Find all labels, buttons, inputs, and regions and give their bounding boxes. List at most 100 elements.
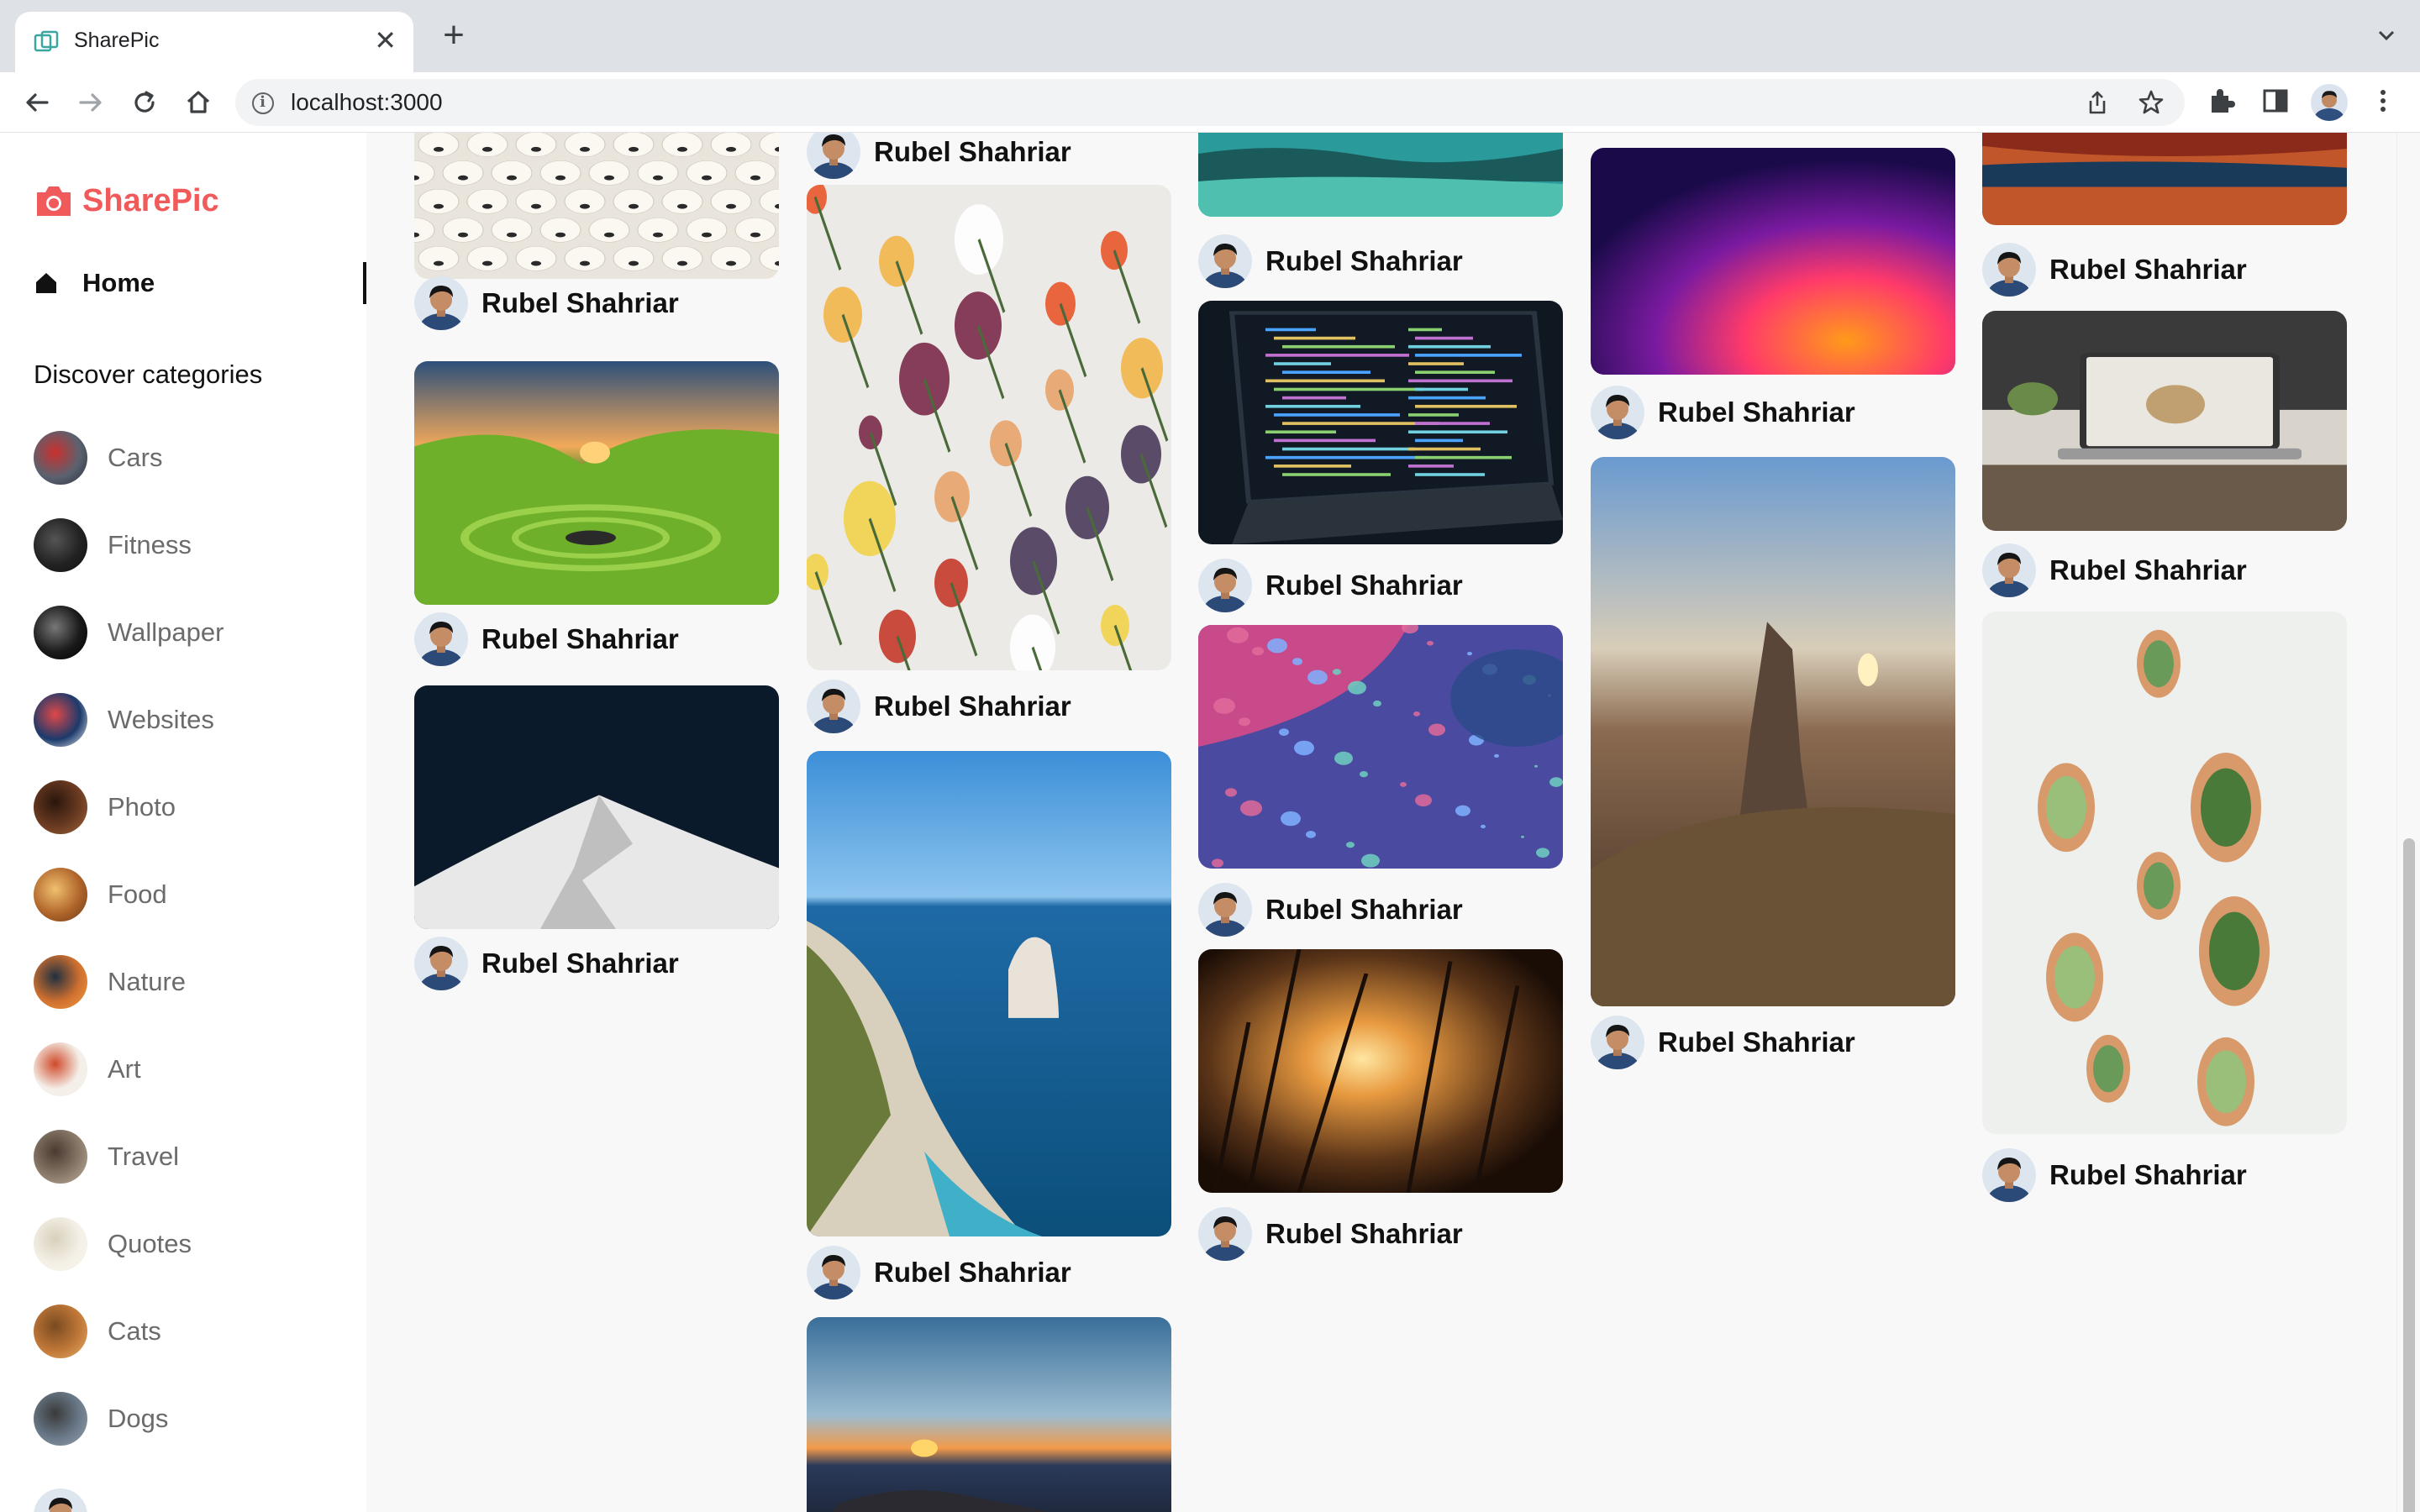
pin-image[interactable] xyxy=(807,1317,1171,1512)
tab-search-chevron-icon[interactable] xyxy=(2376,25,2396,45)
pin-author[interactable]: Rubel Shahriar xyxy=(414,936,679,991)
nav-home-label: Home xyxy=(82,268,155,297)
sharepic-favicon-icon xyxy=(34,30,59,52)
category-label: Photo xyxy=(108,792,176,822)
category-thumbnail xyxy=(34,955,87,1009)
address-bar[interactable]: localhost:3000 xyxy=(235,79,2185,126)
category-food[interactable]: Food xyxy=(34,867,167,922)
category-quotes[interactable]: Quotes xyxy=(34,1216,192,1272)
author-name: Rubel Shahriar xyxy=(1658,1026,1855,1058)
author-name: Rubel Shahriar xyxy=(1265,1218,1463,1249)
page-scrollbar[interactable] xyxy=(2396,133,2420,1512)
pin-author[interactable]: Rubel Shahriar xyxy=(807,679,1071,734)
category-cars[interactable]: Cars xyxy=(34,430,162,486)
tab-close-icon[interactable]: ✕ xyxy=(374,24,397,57)
camera-icon xyxy=(37,186,71,216)
author-name: Rubel Shahriar xyxy=(2049,254,2247,285)
browser-tab[interactable]: SharePic ✕ xyxy=(15,12,413,72)
pin-author[interactable]: Rubel Shahriar xyxy=(807,133,1071,180)
category-cats[interactable]: Cats xyxy=(34,1304,161,1359)
browser-menu-icon[interactable] xyxy=(2366,84,2400,118)
author-name: Rubel Shahriar xyxy=(1265,245,1463,276)
share-icon[interactable] xyxy=(2084,89,2111,116)
back-icon[interactable] xyxy=(20,86,54,119)
author-name: Rubel Shahriar xyxy=(1265,894,1463,925)
category-wallpaper[interactable]: Wallpaper xyxy=(34,605,224,660)
author-avatar xyxy=(414,276,468,330)
pin-author[interactable]: Rubel Shahriar xyxy=(1982,242,2247,297)
pin-author[interactable]: Rubel Shahriar xyxy=(414,612,679,667)
bookmark-star-icon[interactable] xyxy=(2138,89,2165,116)
author-name: Rubel Shahriar xyxy=(481,287,679,318)
category-thumbnail xyxy=(34,1217,87,1271)
site-info-icon[interactable] xyxy=(252,92,274,114)
side-panel-icon[interactable] xyxy=(2259,84,2292,118)
pin-author[interactable]: Rubel Shahriar xyxy=(1591,1015,1855,1070)
category-thumbnail xyxy=(34,431,87,485)
pin-image[interactable] xyxy=(414,133,779,279)
category-label: Food xyxy=(108,879,167,909)
author-avatar xyxy=(1591,386,1644,439)
home-icon[interactable] xyxy=(182,86,215,119)
author-avatar xyxy=(1982,543,2036,597)
category-nature[interactable]: Nature xyxy=(34,954,186,1010)
category-thumbnail xyxy=(34,780,87,834)
browser-tab-strip: SharePic ✕ + xyxy=(0,0,2420,72)
pin-image[interactable] xyxy=(414,685,779,929)
author-avatar xyxy=(1982,1148,2036,1202)
category-thumbnail xyxy=(34,1130,87,1184)
pin-image[interactable] xyxy=(1591,457,1955,1006)
pin-author[interactable]: Rubel Shahriar xyxy=(807,1245,1071,1300)
extensions-icon[interactable] xyxy=(2205,84,2238,118)
new-tab-button[interactable]: + xyxy=(437,17,471,54)
pin-author[interactable]: Rubel Shahriar xyxy=(1198,558,1463,613)
pin-image[interactable] xyxy=(1982,612,2347,1134)
url-text[interactable]: localhost:3000 xyxy=(291,89,443,116)
category-label: Dogs xyxy=(108,1404,169,1433)
category-thumbnail xyxy=(34,868,87,921)
reload-icon[interactable] xyxy=(128,86,161,119)
pin-image[interactable] xyxy=(1198,625,1563,869)
pin-author[interactable]: Rubel Shahriar xyxy=(1198,1206,1463,1262)
category-websites[interactable]: Websites xyxy=(34,692,214,748)
app-logo[interactable]: SharePic xyxy=(34,180,219,222)
pin-author[interactable]: Rubel Shahriar xyxy=(1982,543,2247,598)
tab-title: SharePic xyxy=(74,29,160,52)
pin-image[interactable] xyxy=(807,185,1171,670)
profile-avatar[interactable] xyxy=(2311,84,2348,121)
pin-image[interactable] xyxy=(1982,133,2347,225)
nav-home[interactable]: Home xyxy=(34,262,366,304)
app-page: SharePic Home Discover categories Cars Fi… xyxy=(0,133,2420,1512)
pin-image[interactable] xyxy=(1198,133,1563,217)
author-avatar xyxy=(1982,243,2036,297)
pin-image[interactable] xyxy=(1198,301,1563,544)
pin-author[interactable]: Rubel Shahriar xyxy=(1198,234,1463,289)
pin-image[interactable] xyxy=(1591,148,1955,375)
category-travel[interactable]: Travel xyxy=(34,1129,179,1184)
category-label: Cars xyxy=(108,443,163,472)
forward-icon[interactable] xyxy=(74,86,108,119)
author-name: Rubel Shahriar xyxy=(874,1257,1071,1288)
author-avatar xyxy=(1198,1207,1252,1261)
category-fitness[interactable]: Fitness xyxy=(34,517,192,573)
author-avatar xyxy=(807,680,860,733)
pin-image[interactable] xyxy=(1982,311,2347,531)
pin-author[interactable]: Rubel Shahriar xyxy=(1198,882,1463,937)
pin-image[interactable] xyxy=(1198,949,1563,1193)
author-name: Rubel Shahriar xyxy=(481,948,679,979)
pin-author[interactable]: Rubel Shahriar xyxy=(1591,385,1855,440)
author-avatar xyxy=(807,1246,860,1299)
author-avatar xyxy=(1198,559,1252,612)
category-dogs[interactable]: Dogs xyxy=(34,1391,168,1446)
pin-image[interactable] xyxy=(414,361,779,605)
author-avatar xyxy=(414,937,468,990)
category-thumbnail xyxy=(34,693,87,747)
category-thumbnail xyxy=(34,1305,87,1358)
author-name: Rubel Shahriar xyxy=(2049,1159,2247,1190)
pin-author[interactable]: Rubel Shahriar xyxy=(414,276,679,331)
pin-image[interactable] xyxy=(807,751,1171,1236)
category-photo[interactable]: Photo xyxy=(34,780,176,835)
pin-author[interactable]: Rubel Shahriar xyxy=(1982,1147,2247,1203)
scrollbar-thumb[interactable] xyxy=(2403,838,2415,1512)
category-art[interactable]: Art xyxy=(34,1042,141,1097)
